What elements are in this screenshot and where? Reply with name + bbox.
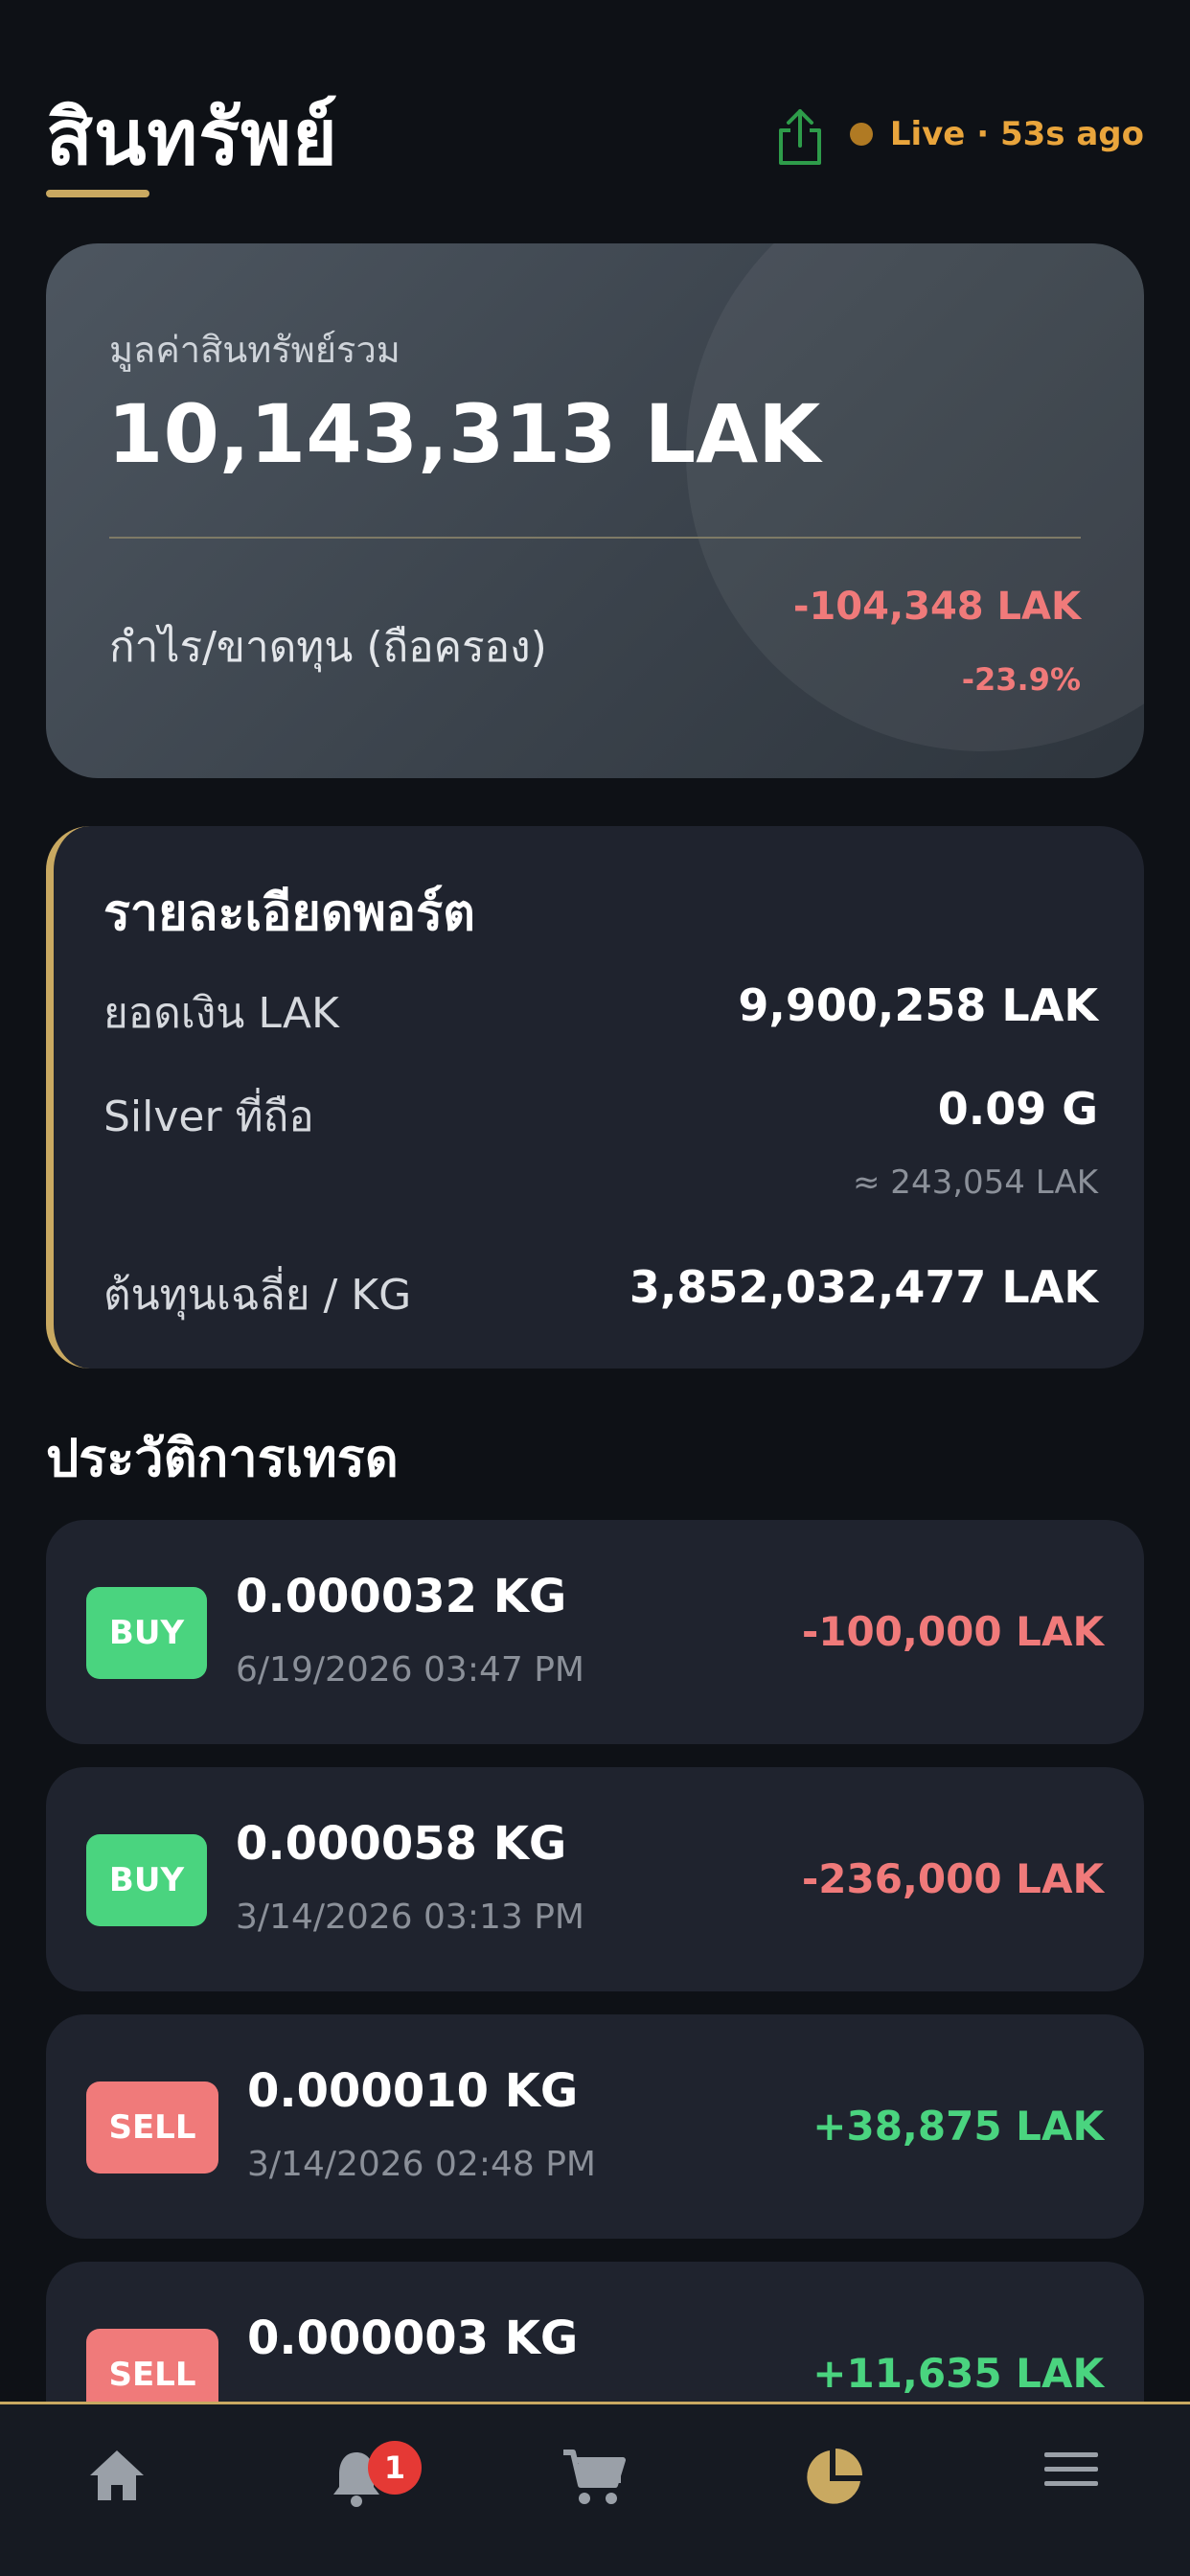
trade-date: 3/14/2026 02:48 PM <box>247 2145 596 2184</box>
bottom-nav: 1 <box>0 2402 1190 2576</box>
trade-amount: -100,000 LAK <box>801 1608 1104 1655</box>
nav-buy-silver[interactable] <box>537 2447 652 2542</box>
lak-balance-label: ยอดเงิน LAK <box>103 989 339 1038</box>
live-dot-icon <box>849 123 873 146</box>
live-status-text: Live · 53s ago <box>889 115 1144 153</box>
trade-quantity: 0.000003 KG <box>247 2312 579 2365</box>
trade-item[interactable]: SELL 0.000010 KG 3/14/2026 02:48 PM +38,… <box>46 2014 1144 2239</box>
trade-amount: +38,875 LAK <box>812 2103 1104 2150</box>
share-icon <box>779 109 821 165</box>
total-value: 10,143,313 LAK <box>107 387 821 481</box>
average-cost-label: ต้นทุนเฉลี่ย / KG <box>103 1271 412 1320</box>
menu-icon <box>1044 2452 1098 2486</box>
portfolio-details-card: รายละเอียดพอร์ต ยอดเงิน LAK 9,900,258 LA… <box>46 826 1144 1368</box>
total-value-card: มูลค่าสินทรัพย์รวม 10,143,313 LAK กำไร/ข… <box>46 243 1144 778</box>
trade-quantity: 0.000010 KG <box>247 2064 579 2118</box>
page-title: สินทรัพย์ <box>46 93 338 182</box>
header: สินทรัพย์ Live · 53s ago <box>46 67 1144 201</box>
divider <box>109 537 1081 539</box>
pie-chart-icon <box>807 2449 862 2504</box>
silver-held-label: Silver ที่ถือ <box>103 1092 314 1141</box>
share-button[interactable] <box>767 104 834 171</box>
profit-loss-amount: -104,348 LAK <box>792 585 1081 629</box>
nav-notifications[interactable]: 1 <box>299 2441 422 2542</box>
trade-item[interactable]: BUY 0.000032 KG 6/19/2026 03:47 PM -100,… <box>46 1520 1144 1744</box>
cart-icon <box>563 2450 626 2504</box>
title-underline <box>46 190 149 197</box>
trade-amount: -236,000 LAK <box>801 1855 1104 1902</box>
nav-assets[interactable] <box>776 2447 891 2542</box>
nav-menu[interactable] <box>1014 2447 1129 2542</box>
trade-history-list: BUY 0.000032 KG 6/19/2026 03:47 PM -100,… <box>46 1520 1144 2509</box>
average-cost-value: 3,852,032,477 LAK <box>629 1261 1098 1313</box>
trade-date: 3/14/2026 03:13 PM <box>236 1898 584 1937</box>
lak-balance-value: 9,900,258 LAK <box>738 979 1098 1031</box>
notification-count-badge: 1 <box>368 2441 422 2495</box>
trade-type-badge: BUY <box>86 1834 207 1926</box>
trade-type-badge: BUY <box>86 1587 207 1679</box>
assets-screen: สินทรัพย์ Live · 53s ago มูลค่าสินทรัพย์… <box>0 0 1190 2576</box>
trade-type-badge: SELL <box>86 2082 218 2174</box>
trade-history-title: ประวัติการเทรด <box>46 1428 399 1488</box>
profit-loss-percent: -23.9% <box>961 661 1081 698</box>
trade-amount: +11,635 LAK <box>812 2350 1104 2397</box>
nav-home[interactable] <box>59 2447 174 2542</box>
live-status: Live · 53s ago <box>849 113 1144 155</box>
silver-held-value: 0.09 G <box>937 1083 1098 1135</box>
trade-item[interactable]: BUY 0.000058 KG 3/14/2026 03:13 PM -236,… <box>46 1767 1144 1991</box>
home-icon <box>90 2450 144 2500</box>
portfolio-heading: รายละเอียดพอร์ต <box>103 885 475 942</box>
trade-date: 6/19/2026 03:47 PM <box>236 1650 584 1690</box>
silver-held-lak-equivalent: ≈ 243,054 LAK <box>853 1163 1098 1202</box>
total-value-label: มูลค่าสินทรัพย์รวม <box>109 329 400 371</box>
trade-quantity: 0.000032 KG <box>236 1570 567 1623</box>
profit-loss-label: กำไร/ขาดทุน (ถือครอง) <box>109 623 547 672</box>
trade-quantity: 0.000058 KG <box>236 1817 567 1871</box>
